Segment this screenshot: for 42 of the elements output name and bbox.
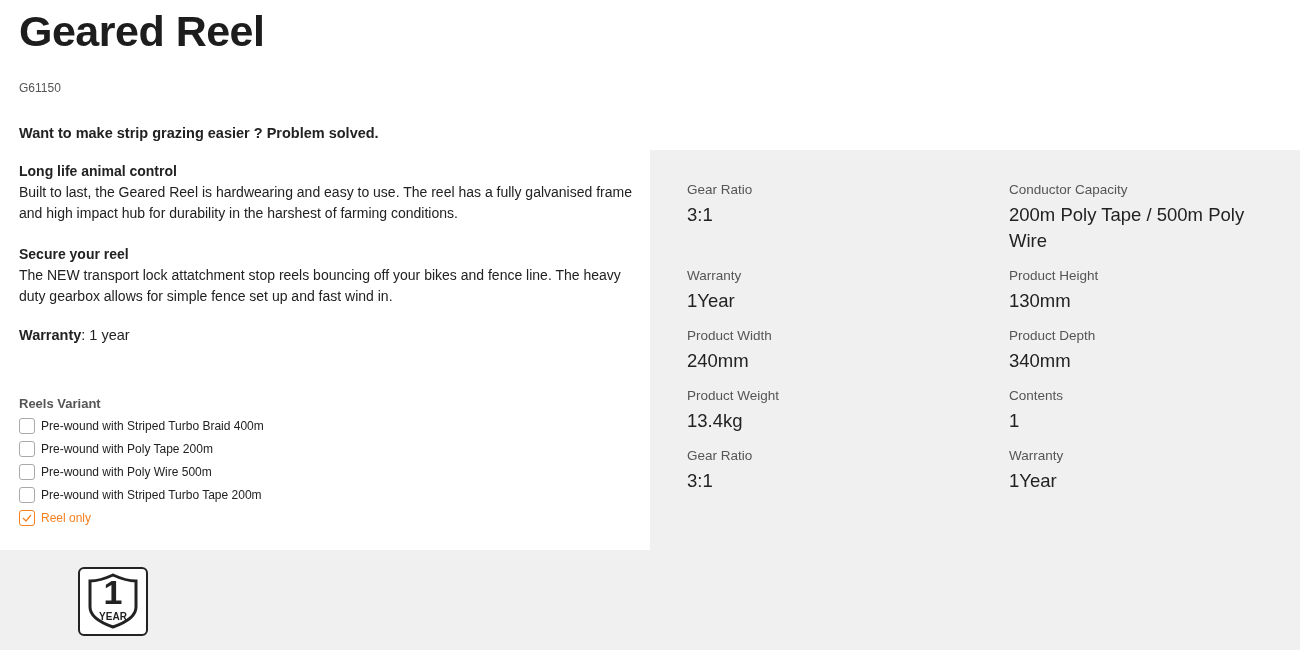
- option-label[interactable]: Pre-wound with Poly Wire 500m: [41, 465, 212, 479]
- lead-text: Want to make strip grazing easier ? Problem solved.: [19, 125, 380, 141]
- product-title: Geared Reel: [19, 6, 266, 57]
- spec-label: Warranty: [1009, 448, 1065, 463]
- spec-value: 1Year: [687, 289, 736, 313]
- spec-label: Gear Ratio: [687, 448, 754, 463]
- checkbox[interactable]: [19, 510, 35, 526]
- spec-label: Conductor Capacity: [1009, 182, 1129, 197]
- spec-label: Gear Ratio: [687, 182, 754, 197]
- option-label[interactable]: Pre-wound with Striped Turbo Tape 200m: [41, 488, 262, 502]
- spec-value: 200m Poly Tape / 500m Poly Wire: [1009, 203, 1246, 253]
- spec-value: 340mm: [1009, 349, 1072, 373]
- spec-value: 3:1: [687, 469, 714, 493]
- option-label[interactable]: Pre-wound with Striped Turbo Braid 400m: [41, 419, 264, 433]
- variant-label: Reels Variant: [19, 396, 102, 411]
- shield-icon: [86, 573, 140, 629]
- section-paragraph: The NEW transport lock attatchment stop reels bouncing off your bikes and fence line. The heavy duty gearbox allows for simple fence set up and fast wind in.: [19, 266, 622, 306]
- spec-label: Contents: [1009, 388, 1065, 403]
- spec-value: 130mm: [1009, 289, 1072, 313]
- spec-label: Warranty: [687, 268, 743, 283]
- spec-label: Product Depth: [1009, 328, 1097, 343]
- checkbox[interactable]: [19, 487, 35, 503]
- check-icon: [22, 513, 32, 523]
- spec-value: 1Year: [1009, 469, 1058, 493]
- checkbox[interactable]: [19, 464, 35, 480]
- section-heading: Secure your reel: [19, 245, 130, 264]
- spec-value: 3:1: [687, 203, 714, 227]
- option-label[interactable]: Pre-wound with Poly Tape 200m: [41, 442, 213, 456]
- spec-label: Product Height: [1009, 268, 1100, 283]
- warranty-note: Warranty: 1 year: [19, 327, 131, 343]
- spec-value: 13.4kg: [687, 409, 744, 433]
- section-paragraph: Built to last, the Geared Reel is hardwearing and easy to use. The reel has a fully galvanised frame and high impact hub for durability in the harshest of farming conditions.: [19, 183, 633, 223]
- product-sku: G61150: [19, 81, 62, 95]
- spec-value: 240mm: [687, 349, 750, 373]
- spec-label: Product Width: [687, 328, 773, 343]
- checkbox[interactable]: [19, 441, 35, 457]
- badge-unit: YEAR: [98, 611, 128, 622]
- spec-label: Product Weight: [687, 388, 781, 403]
- badge-number: 1: [102, 575, 124, 609]
- checkbox[interactable]: [19, 418, 35, 434]
- spec-value: 1: [1009, 409, 1021, 433]
- section-heading: Long life animal control: [19, 162, 178, 181]
